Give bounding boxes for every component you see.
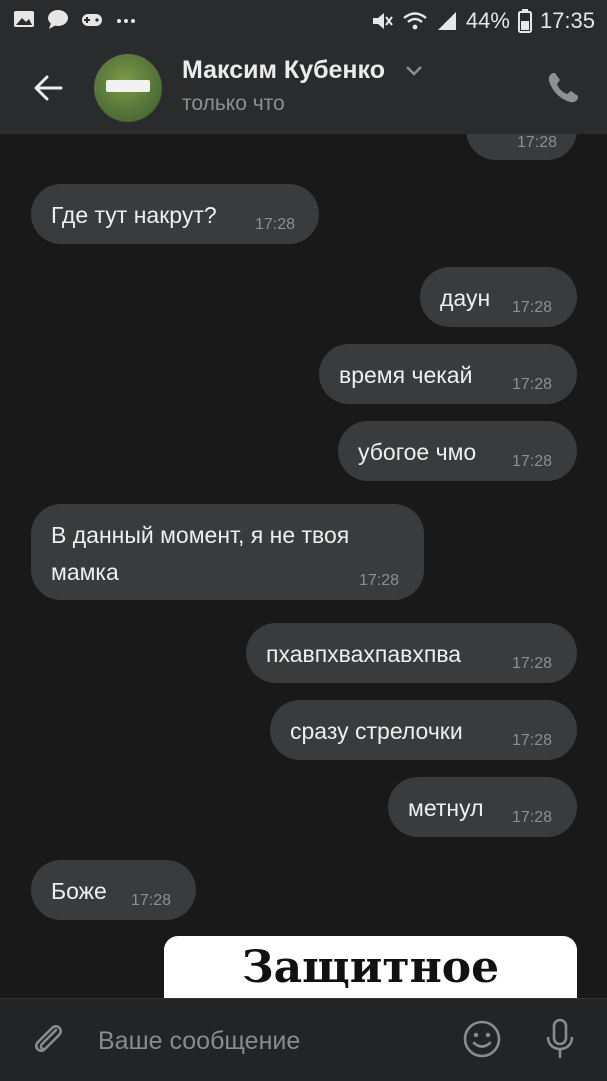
message-bubble-incoming[interactable]: Боже 17:28 [31, 860, 196, 920]
message-text: даун [440, 285, 491, 311]
battery-percent: 44% [465, 8, 510, 33]
back-arrow-icon [34, 75, 63, 101]
message-list[interactable]: 17:28 Где тут накрут? 17:28 даун 17:28 в… [0, 134, 607, 998]
message-text-line2: мамка [51, 559, 119, 585]
message-time: 17:28 [131, 892, 172, 909]
message-bubble-incoming[interactable]: В данный момент, я не твоя мамка 17:28 [31, 504, 424, 600]
message-text: пхавпхвахпавхпва [266, 641, 462, 667]
status-bar: 44% 17:35 [0, 0, 607, 42]
composer-bar [0, 998, 607, 1081]
message-time: 17:28 [359, 572, 400, 589]
signal-icon [437, 12, 456, 30]
message-input[interactable] [96, 1023, 440, 1059]
message-time: 17:28 [516, 134, 557, 151]
message-bubble-outgoing[interactable]: даун 17:28 [420, 267, 577, 327]
message-bubble-incoming[interactable]: Где тут накрут? 17:28 [31, 184, 319, 244]
message-time: 17:28 [512, 732, 553, 749]
sticker-text: Защитное [241, 942, 500, 993]
message-text: Где тут накрут? [51, 202, 217, 228]
mute-icon [372, 13, 393, 29]
message-time: 17:28 [512, 809, 553, 826]
message-time: 17:28 [512, 299, 553, 316]
avatar[interactable] [94, 54, 162, 122]
message-text: время чекай [339, 362, 473, 388]
message-text: метнул [408, 795, 484, 821]
gallery-icon [14, 11, 34, 27]
message-time: 17:28 [512, 376, 553, 393]
chat-icon [48, 10, 68, 29]
message-time: 17:28 [512, 453, 553, 470]
clock: 17:35 [539, 8, 595, 33]
emoji-icon[interactable] [462, 1019, 502, 1059]
message-bubble-outgoing[interactable]: время чекай 17:28 [319, 344, 577, 404]
message-text: В данный момент, я не твоя [51, 522, 350, 548]
microphone-icon[interactable] [540, 1017, 580, 1061]
phone-icon[interactable] [543, 68, 583, 108]
message-text: Боже [51, 878, 107, 904]
chevron-down-icon[interactable] [404, 64, 424, 78]
message-bubble-outgoing[interactable]: сразу стрелочки 17:28 [270, 700, 577, 760]
sticker-message[interactable]: Защитное [164, 936, 577, 1006]
message-bubble-outgoing[interactable]: 17:28 [466, 134, 577, 160]
message-bubble-outgoing[interactable]: пхавпхвахпавхпва 17:28 [246, 623, 577, 683]
message-text: сразу стрелочки [290, 718, 463, 744]
message-time: 17:28 [512, 655, 553, 672]
message-time: 17:28 [255, 216, 296, 233]
game-icon [82, 14, 102, 26]
contact-name[interactable]: Максим Кубенко [182, 56, 385, 85]
chat-header: Максим Кубенко только что [0, 42, 607, 134]
battery-icon [517, 9, 532, 33]
message-text: убогое чмо [358, 439, 477, 465]
attach-icon[interactable] [28, 1019, 68, 1059]
message-bubble-outgoing[interactable]: метнул 17:28 [388, 777, 577, 837]
more-icon [117, 19, 135, 23]
back-button[interactable] [24, 64, 72, 112]
wifi-icon [403, 12, 427, 30]
contact-status: только что [182, 92, 285, 115]
message-bubble-outgoing[interactable]: убогое чмо 17:28 [338, 421, 577, 481]
